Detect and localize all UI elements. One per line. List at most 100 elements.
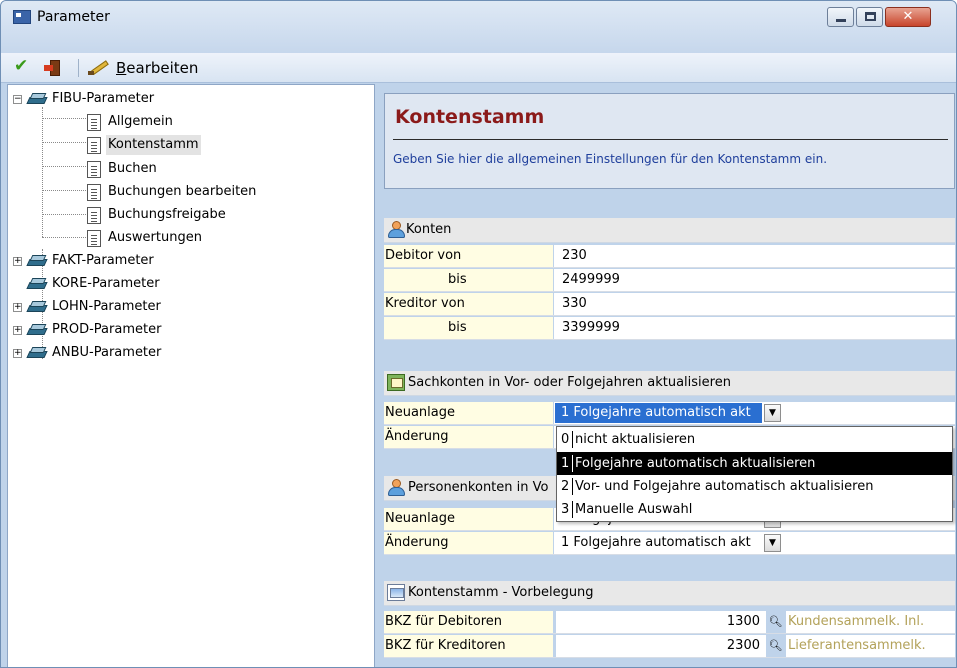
document-icon <box>87 114 101 131</box>
dropdown-option-selected[interactable]: 1 Folgejahre automatisch aktualisieren <box>557 452 952 475</box>
section-label: Konten <box>406 222 452 237</box>
ledger-icon <box>387 374 405 391</box>
collapse-icon[interactable]: − <box>13 95 22 104</box>
tree-item-allgemein[interactable]: Allgemein <box>8 112 368 132</box>
expand-icon[interactable]: + <box>13 303 22 312</box>
header-divider <box>393 139 948 140</box>
document-icon <box>87 230 101 247</box>
row-debitor-von: Debitor von 230 <box>384 245 955 268</box>
tree-item-kontenstamm[interactable]: Kontenstamm <box>8 135 368 155</box>
tree-item-buchen[interactable]: Buchen <box>8 159 368 179</box>
page-header: Kontenstamm Geben Sie hier die allgemein… <box>384 93 955 189</box>
tree-item-fibu-parameter[interactable]: − FIBU-Parameter <box>8 89 368 109</box>
pers-aenderung-select[interactable]: 1 Folgejahre automatisch akt <box>555 533 762 553</box>
field-label: Kreditor von <box>384 293 553 315</box>
people-icon <box>387 221 405 238</box>
settings-panel: Kontenstamm Geben Sie hier die allgemein… <box>376 84 956 667</box>
tree-item-label: KORE-Parameter <box>52 276 160 291</box>
people-icon <box>387 479 405 496</box>
section-label: Personenkonten in Vo <box>408 480 549 495</box>
document-icon <box>87 161 101 178</box>
debitor-von-field[interactable]: 230 <box>554 245 955 267</box>
option-text: nicht aktualisieren <box>575 432 696 447</box>
exit-door-icon[interactable] <box>44 60 62 76</box>
field-label: BKZ für Debitoren <box>384 611 553 633</box>
bkz-debitoren-field[interactable]: 1300 <box>556 611 766 633</box>
bkz-kreditoren-field[interactable]: 2300 <box>556 635 766 657</box>
search-icon[interactable]: 🔍︎ <box>768 638 783 653</box>
option-number: 3 <box>561 502 570 517</box>
field-label: bis <box>384 317 553 339</box>
field-label: Debitor von <box>384 245 553 267</box>
expand-icon[interactable]: + <box>13 257 22 266</box>
tree-item-kore-parameter[interactable]: KORE-Parameter <box>8 274 368 294</box>
tree-item-anbu-parameter[interactable]: + ANBU-Parameter <box>8 343 368 363</box>
field-label: Änderung <box>384 426 553 448</box>
chevron-down-icon[interactable]: ▼ <box>764 534 781 552</box>
parameter-window: Parameter ✕ ✔ Bearbeiten − FIBU-Paramete… <box>0 0 957 668</box>
field-label: Neuanlage <box>384 402 553 424</box>
row-kreditor-von: Kreditor von 330 <box>384 293 955 316</box>
minimize-icon <box>836 19 846 22</box>
toolbar: ✔ Bearbeiten <box>1 53 956 83</box>
tree-item-label: LOHN-Parameter <box>52 299 161 314</box>
tree-item-label: Buchungen bearbeiten <box>108 184 257 199</box>
book-icon <box>26 277 48 291</box>
section-vorbelegung: Kontenstamm - Vorbelegung <box>384 581 955 606</box>
tree-item-label: FIBU-Parameter <box>52 91 155 106</box>
minimize-button[interactable] <box>827 7 854 27</box>
option-number: 1 <box>561 456 570 471</box>
debitor-bis-field[interactable]: 2499999 <box>554 269 955 291</box>
row-pers-aenderung: Änderung 1 Folgejahre automatisch akt ▼ <box>384 532 955 555</box>
tree-item-buchungen-bearbeiten[interactable]: Buchungen bearbeiten <box>8 182 368 202</box>
search-icon[interactable]: 🔍︎ <box>768 614 783 629</box>
tree-item-fakt-parameter[interactable]: + FAKT-Parameter <box>8 251 368 271</box>
dropdown-option[interactable]: 0 nicht aktualisieren <box>557 428 952 451</box>
tree-item-label: Kontenstamm <box>106 135 201 155</box>
confirm-check-icon[interactable]: ✔ <box>14 56 28 76</box>
chevron-down-icon[interactable]: ▼ <box>764 404 781 422</box>
book-icon <box>26 254 48 268</box>
window-title: Parameter <box>37 9 110 25</box>
edit-pencil-icon[interactable] <box>88 59 110 77</box>
tree-item-label: Buchungsfreigabe <box>108 207 226 222</box>
edit-button[interactable]: Bearbeiten <box>116 59 198 77</box>
image-icon <box>387 584 405 601</box>
expand-icon[interactable]: + <box>13 326 22 335</box>
field-label: bis <box>384 269 553 291</box>
section-label: Sachkonten in Vor- oder Folgejahren aktu… <box>408 375 731 390</box>
kreditor-bis-field[interactable]: 3399999 <box>554 317 955 339</box>
bkz-debitoren-hint: Kundensammelk. Inl. <box>786 611 955 633</box>
field-label: Neuanlage <box>384 508 553 530</box>
tree-item-buchungsfreigabe[interactable]: Buchungsfreigabe <box>8 205 368 225</box>
app-icon <box>13 10 31 24</box>
tree-item-label: Allgemein <box>108 114 173 129</box>
document-icon <box>87 137 101 154</box>
dropdown-option[interactable]: 2 Vor- und Folgejahre automatisch aktual… <box>557 475 952 498</box>
option-number: 2 <box>561 479 570 494</box>
tree-item-prod-parameter[interactable]: + PROD-Parameter <box>8 320 368 340</box>
tree-item-label: Auswertungen <box>108 230 202 245</box>
book-icon <box>26 92 48 106</box>
tree-item-auswertungen[interactable]: Auswertungen <box>8 228 368 248</box>
expand-icon[interactable]: + <box>13 349 22 358</box>
tree-item-label: Buchen <box>108 161 157 176</box>
tree-item-lohn-parameter[interactable]: + LOHN-Parameter <box>8 297 368 317</box>
title-bar: Parameter ✕ <box>1 1 956 53</box>
book-icon <box>26 300 48 314</box>
sach-neuanlage-select[interactable]: 1 Folgejahre automatisch akt <box>555 403 762 423</box>
row-kreditor-bis: bis 3399999 <box>384 317 955 340</box>
option-number: 0 <box>561 432 570 447</box>
kreditor-von-field[interactable]: 330 <box>554 293 955 315</box>
document-icon <box>87 184 101 201</box>
close-button[interactable]: ✕ <box>885 7 931 27</box>
option-text: Manuelle Auswahl <box>575 502 693 517</box>
option-text: Vor- und Folgejahre automatisch aktualis… <box>575 479 874 494</box>
tree-item-label: FAKT-Parameter <box>52 253 154 268</box>
maximize-icon <box>865 12 876 21</box>
dropdown-option[interactable]: 3 Manuelle Auswahl <box>557 498 952 521</box>
field-label: Änderung <box>384 532 553 554</box>
tree-item-label: ANBU-Parameter <box>52 345 162 360</box>
maximize-button[interactable] <box>856 7 883 27</box>
parameter-tree: − FIBU-Parameter Allgemein Kontenstamm B… <box>7 84 375 667</box>
